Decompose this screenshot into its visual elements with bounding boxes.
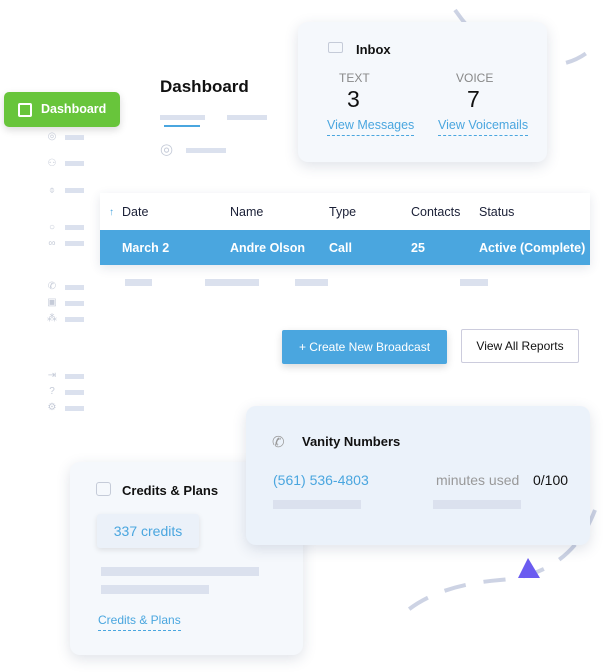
logout-icon: ⇥	[47, 370, 57, 381]
text-count: 3	[347, 86, 360, 112]
phone-icon: ✆	[47, 281, 57, 292]
view-all-reports-button[interactable]: View All Reports	[461, 329, 579, 363]
sort-asc-icon[interactable]: ↑	[109, 207, 114, 218]
box-icon: ▣	[47, 297, 57, 308]
placeholder-bar	[205, 279, 259, 286]
broadcast-icon: ◎	[160, 141, 174, 158]
inbox-card: Inbox TEXT 3 View Messages VOICE 7 View …	[298, 22, 547, 162]
broadcast-icon: ◎	[47, 131, 57, 142]
placeholder-bar	[186, 148, 226, 153]
vanity-number-link[interactable]: (561) 536-4803	[273, 472, 369, 488]
wallet-icon	[96, 482, 111, 496]
cell-type: Call	[329, 241, 352, 255]
vanity-title: Vanity Numbers	[302, 434, 401, 449]
minutes-used-value: 0/100	[533, 472, 569, 488]
placeholder-bar	[433, 500, 521, 509]
voicemail-icon: ∞	[48, 238, 56, 249]
view-messages-link[interactable]: View Messages	[327, 118, 415, 136]
col-contacts[interactable]: Contacts	[411, 205, 460, 219]
users-icon: ⚇	[47, 158, 57, 169]
table-header: ↑ Date Name Type Contacts Status	[100, 193, 590, 230]
network-icon: ⁂	[47, 313, 57, 324]
text-label: TEXT	[339, 71, 370, 85]
purple-arrow-icon	[518, 558, 540, 578]
placeholder-bar	[273, 500, 361, 509]
voice-count: 7	[467, 86, 480, 112]
vanity-numbers-card: ✆ Vanity Numbers (561) 536-4803 minutes …	[246, 406, 590, 545]
table-row[interactable]: March 2 Andre Olson Call 25 Active (Comp…	[100, 230, 590, 265]
dashboard-icon	[18, 103, 32, 117]
placeholder-bar	[101, 585, 209, 594]
settings-icon: ⚙	[47, 402, 57, 413]
voice-label: VOICE	[456, 71, 494, 85]
tab-placeholder-active[interactable]	[160, 115, 205, 120]
broadcast-table: ↑ Date Name Type Contacts Status March 2…	[100, 193, 590, 265]
credits-title: Credits & Plans	[122, 483, 219, 498]
view-voicemails-link[interactable]: View Voicemails	[438, 118, 529, 136]
cell-date: March 2	[122, 241, 170, 255]
inbox-icon	[328, 42, 343, 53]
minutes-used-label: minutes used	[436, 472, 520, 488]
col-status[interactable]: Status	[479, 205, 514, 219]
credits-balance: 337 credits	[97, 514, 199, 548]
phone-icon: ✆	[272, 434, 285, 451]
placeholder-bar	[295, 279, 328, 286]
tab-placeholder[interactable]	[227, 115, 267, 120]
page-title: Dashboard	[160, 77, 249, 96]
placeholder-bar	[125, 279, 152, 286]
help-icon: ?	[49, 386, 55, 397]
cell-status: Active (Complete)	[479, 241, 586, 255]
sidebar-item-dashboard[interactable]: Dashboard	[4, 92, 120, 127]
cell-name: Andre Olson	[230, 241, 306, 255]
placeholder-bar	[460, 279, 488, 286]
microphone-icon: ⌽	[49, 185, 55, 196]
col-name[interactable]: Name	[230, 205, 263, 219]
chat-icon: ○	[48, 222, 56, 233]
col-type[interactable]: Type	[329, 205, 356, 219]
col-date[interactable]: Date	[122, 205, 148, 219]
inbox-title: Inbox	[356, 42, 391, 57]
create-broadcast-button[interactable]: + Create New Broadcast	[282, 330, 447, 364]
placeholder-bar	[101, 567, 259, 576]
credits-plans-link[interactable]: Credits & Plans	[98, 613, 181, 631]
cell-contacts: 25	[411, 241, 425, 255]
active-tab-underline	[164, 125, 200, 127]
